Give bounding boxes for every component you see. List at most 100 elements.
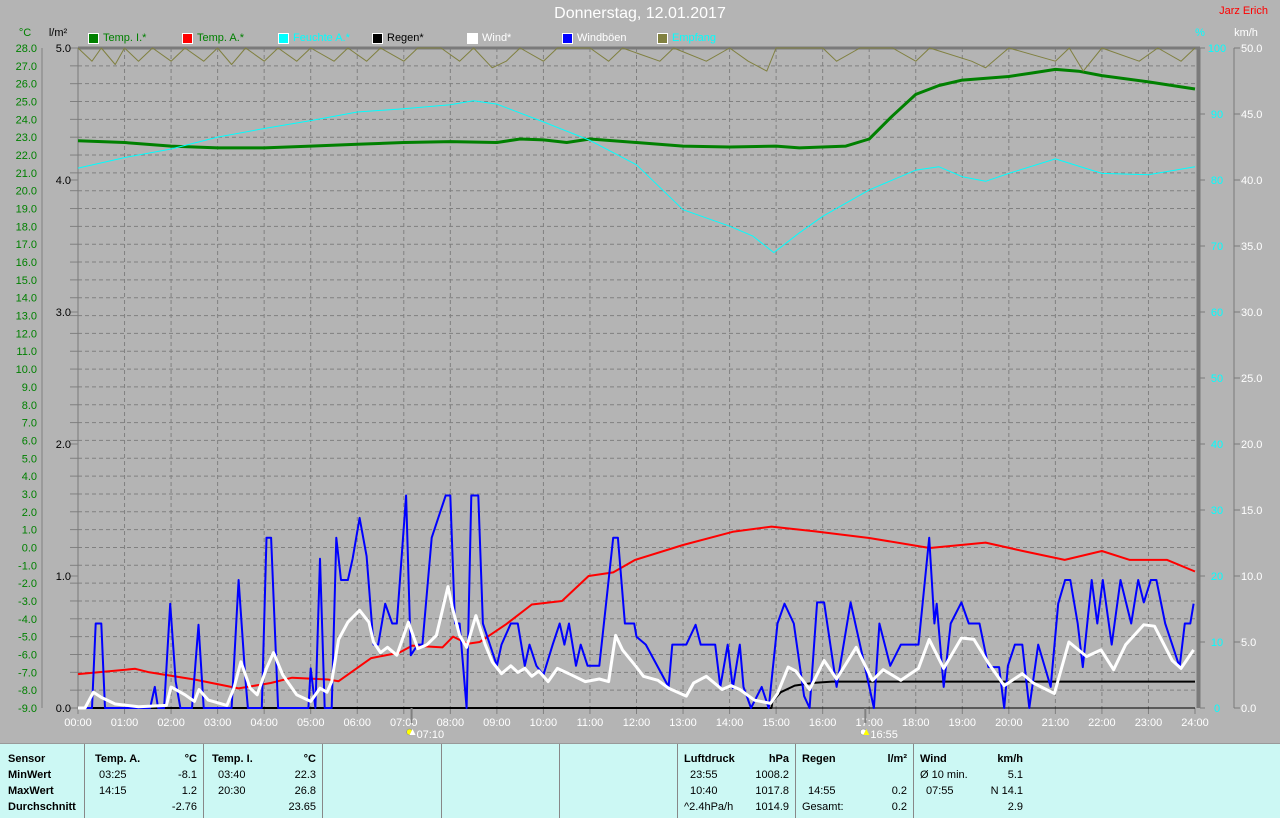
rain-tick-label: 5.0 <box>56 43 71 55</box>
legend-item: Windböen <box>562 31 627 45</box>
x-tick-label: 17:00 <box>855 717 883 729</box>
temp-tick-label: -9.0 <box>18 703 37 715</box>
temp-tick-label: 4.0 <box>22 471 37 483</box>
temp-a-avg: -2.76 <box>171 801 197 813</box>
author-name: Jarz Erich <box>1219 5 1268 17</box>
temp-tick-label: 13.0 <box>16 311 37 323</box>
temp-tick-label: 1.0 <box>22 525 37 537</box>
temp-i-max: 26.8 <box>294 785 316 797</box>
legend-label: Temp. A.* <box>197 32 245 44</box>
temp-tick-label: 21.0 <box>16 168 37 180</box>
humidity-tick-label: 20 <box>1211 571 1223 583</box>
legend-label: Regen* <box>387 32 424 44</box>
sunrise-time-label: 07:10 <box>417 729 445 741</box>
temp-tick-label: 2.0 <box>22 507 37 519</box>
stats-col-wind: Wind km/h Ø 10 min. 5.1 07:55 N 14.1 2.9 <box>914 744 1031 818</box>
humidity-tick-label: 80 <box>1211 175 1223 187</box>
stats-col-pressure: Luftdruck hPa 23:55 1008.2 10:40 1017.8 … <box>678 744 796 818</box>
temp-tick-label: -2.0 <box>18 578 37 590</box>
temp-i-unit: °C <box>303 753 316 765</box>
temp-tick-label: 11.0 <box>16 346 37 358</box>
temp-a-max-time: 14:15 <box>99 785 127 797</box>
temp-tick-label: 26.0 <box>16 79 37 91</box>
x-tick-label: 10:00 <box>530 717 558 729</box>
legend-label: Feuchte A.* <box>293 32 350 44</box>
stats-table: Sensor MinWert MaxWert Durchschnitt Temp… <box>0 743 1280 818</box>
x-tick-label: 02:00 <box>157 717 185 729</box>
humidity-tick-label: 50 <box>1211 373 1223 385</box>
stats-col-temp-a: Temp. A. °C 03:25 -8.1 14:15 1.2 -2.76 <box>85 744 204 818</box>
temp-tick-label: 9.0 <box>22 382 37 394</box>
legend-item: Temp. A.* <box>182 31 244 45</box>
x-tick-label: 09:00 <box>483 717 511 729</box>
wind-tick-label: 30.0 <box>1241 307 1262 319</box>
temp-i-max-time: 20:30 <box>218 785 246 797</box>
temp-a-min-time: 03:25 <box>99 769 127 781</box>
temp-tick-label: 0.0 <box>22 542 37 554</box>
rain-total-label: Gesamt: <box>802 801 844 813</box>
x-tick-label: 15:00 <box>762 717 790 729</box>
rain-tick-label: 0.0 <box>56 703 71 715</box>
row-label-min: MinWert <box>8 769 52 781</box>
rain-total: 0.2 <box>891 801 907 813</box>
wind-unit: km/h <box>997 753 1023 765</box>
wind-avg10-label: Ø 10 min. <box>920 769 968 781</box>
pressure-min-time: 23:55 <box>690 769 718 781</box>
legend-item: Regen* <box>372 31 424 45</box>
temp-i-avg: 23.65 <box>288 801 316 813</box>
temp-tick-label: -3.0 <box>18 596 37 608</box>
rain-axis-label: l/m² <box>49 27 68 39</box>
x-tick-label: 20:00 <box>995 717 1023 729</box>
weather-chart: 28.0 27.0 26.0 25.0 24.0 23.0 22.0 21.0 20.0 19.0… <box>16 27 1263 741</box>
legend-item: Empfang <box>657 31 716 45</box>
rain-tick-label: 3.0 <box>56 307 71 319</box>
temp-tick-label: 20.0 <box>16 186 37 198</box>
x-tick-label: 08:00 <box>437 717 465 729</box>
wind-avg10: 5.1 <box>1007 769 1023 781</box>
humidity-tick-label: 30 <box>1211 505 1223 517</box>
humidity-tick-label: 40 <box>1211 439 1223 451</box>
temp-tick-label: -8.0 <box>18 685 37 697</box>
temp-i-header: Temp. I. <box>212 753 253 765</box>
temp-tick-label: 19.0 <box>16 204 37 216</box>
legend-label: Empfang <box>672 32 717 44</box>
wind-tick-label: 45.0 <box>1241 109 1262 121</box>
wind-tick-label: 25.0 <box>1241 373 1262 385</box>
humidity-tick-label: 90 <box>1211 109 1223 121</box>
stats-col-sensor: Sensor MinWert MaxWert Durchschnitt <box>0 744 85 818</box>
x-tick-label: 07:00 <box>390 717 418 729</box>
rain-tick-label: 1.0 <box>56 571 71 583</box>
pressure-max-time: 10:40 <box>690 785 718 797</box>
legend-item: Wind* <box>467 31 511 45</box>
wind-tick-label: 40.0 <box>1241 175 1262 187</box>
wind-max: N 14.1 <box>990 785 1023 797</box>
humidity-tick-label: 0 <box>1214 703 1220 715</box>
temp-a-unit: °C <box>184 753 197 765</box>
stats-col-empty-3 <box>560 744 678 818</box>
humidity-axis-label: % <box>1195 27 1205 39</box>
temp-a-min: -8.1 <box>178 769 197 781</box>
x-tick-label: 04:00 <box>250 717 278 729</box>
humidity-tick-label: 70 <box>1211 241 1223 253</box>
legend-label: Temp. I.* <box>103 32 147 44</box>
humidity-tick-label: 100 <box>1208 43 1226 55</box>
pressure-unit: hPa <box>768 753 789 765</box>
x-tick-label: 00:00 <box>64 717 92 729</box>
wind-header: Wind <box>920 753 947 765</box>
sunset-time-label: 16:55 <box>870 729 898 741</box>
temp-tick-label: -4.0 <box>18 614 37 626</box>
wind-tick-label: 20.0 <box>1241 439 1262 451</box>
x-tick-label: 11:00 <box>577 717 604 729</box>
rain-tick-label: 4.0 <box>56 175 71 187</box>
wind-tick-label: 10.0 <box>1241 571 1262 583</box>
wind-tick-label: 50.0 <box>1241 43 1262 55</box>
legend-item: Temp. I.* <box>88 31 146 45</box>
x-tick-label: 19:00 <box>949 717 977 729</box>
x-tick-label: 22:00 <box>1088 717 1116 729</box>
x-tick-label: 23:00 <box>1135 717 1163 729</box>
x-tick-label: 24:00 <box>1181 717 1209 729</box>
temp-tick-label: 7.0 <box>22 418 37 430</box>
rain-max: 0.2 <box>891 785 907 797</box>
stats-col-empty-1 <box>323 744 442 818</box>
pressure-min: 1008.2 <box>755 769 789 781</box>
